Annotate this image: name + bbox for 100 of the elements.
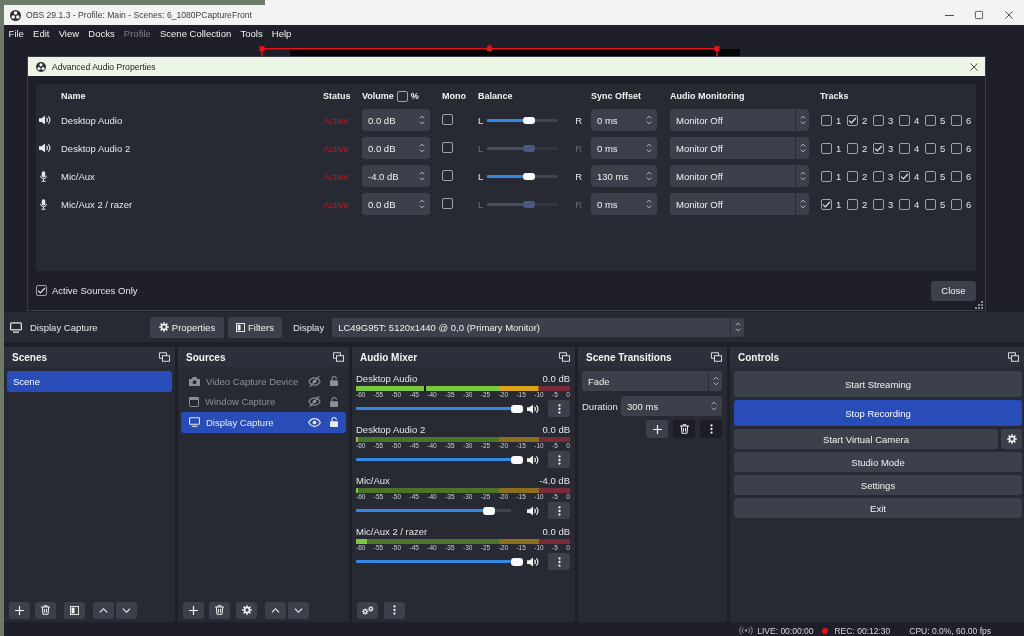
spin-arrows-icon[interactable]	[419, 171, 425, 181]
close-button[interactable]: Close	[931, 280, 976, 301]
more-button[interactable]	[700, 420, 722, 438]
monitoring-dropdown[interactable]: Monitor Off	[670, 165, 809, 187]
checkbox[interactable]	[873, 170, 884, 182]
eye-slash-icon[interactable]	[308, 375, 321, 387]
sync-offset-field[interactable]: 0 ms	[591, 109, 657, 131]
control-button[interactable]: Settings	[734, 475, 1022, 495]
add-button[interactable]	[646, 420, 668, 438]
sync-offset-field[interactable]: 0 ms	[591, 137, 657, 159]
volume-field[interactable]: 0.0 dB	[362, 109, 430, 131]
spin-arrows-icon[interactable]	[646, 171, 652, 181]
scene-list-item[interactable]: Scene	[7, 371, 172, 392]
close-icon[interactable]	[1005, 11, 1013, 19]
advanced-audio-button[interactable]	[357, 601, 378, 619]
slider-handle[interactable]	[511, 404, 523, 413]
spin-arrows-icon[interactable]	[799, 171, 806, 181]
slider-handle[interactable]	[522, 144, 535, 152]
selection-outline[interactable]	[259, 44, 721, 56]
spin-arrows-icon[interactable]	[646, 199, 652, 209]
speaker-icon[interactable]	[527, 505, 539, 516]
source-list-item[interactable]: Display Capture	[181, 412, 346, 433]
monitoring-dropdown[interactable]: Monitor Off	[670, 137, 809, 159]
menu-item[interactable]: File	[4, 28, 29, 39]
menu-item[interactable]: Edit	[28, 28, 55, 39]
slider-handle[interactable]	[511, 557, 523, 566]
two-windows-icon[interactable]	[159, 352, 170, 362]
spin-arrows-icon[interactable]	[799, 143, 806, 153]
source-list-item[interactable]: Window Capture	[181, 391, 346, 412]
checkbox[interactable]	[925, 198, 936, 210]
checkbox[interactable]	[821, 170, 832, 182]
volume-field[interactable]: 0.0 dB	[362, 137, 430, 159]
checkbox[interactable]	[821, 114, 832, 126]
speaker-icon[interactable]	[527, 454, 539, 465]
minimize-icon[interactable]	[944, 14, 954, 16]
checkbox[interactable]	[899, 170, 910, 182]
checkbox[interactable]	[925, 170, 936, 182]
close-icon[interactable]	[970, 62, 978, 71]
menu-item[interactable]: Tools	[235, 28, 268, 39]
checkbox[interactable]	[899, 114, 910, 126]
more-button[interactable]	[548, 553, 570, 570]
filters-button[interactable]	[64, 601, 85, 619]
more-button[interactable]	[384, 601, 405, 619]
control-button[interactable]: Start Virtual Camera	[734, 429, 998, 449]
checkbox[interactable]	[873, 142, 884, 154]
spin-arrows-icon[interactable]	[419, 143, 425, 153]
checkbox[interactable]	[873, 114, 884, 126]
move-up-button[interactable]	[93, 601, 114, 619]
add-button[interactable]	[9, 601, 30, 619]
control-button[interactable]: Start Streaming	[734, 371, 1022, 397]
menu-item[interactable]: Docks	[83, 28, 120, 39]
remove-button[interactable]	[673, 420, 695, 438]
slider-handle[interactable]	[522, 116, 535, 124]
speaker-icon[interactable]	[527, 403, 539, 414]
volume-field[interactable]: 0.0 dB	[362, 193, 430, 215]
more-button[interactable]	[548, 451, 570, 468]
slider-handle[interactable]	[483, 506, 496, 515]
volume-slider[interactable]	[356, 455, 511, 464]
source-list-item[interactable]: Video Capture Device	[181, 371, 346, 392]
checkbox[interactable]	[821, 142, 832, 154]
eye-slash-icon[interactable]	[308, 396, 321, 408]
spin-arrows-icon[interactable]	[712, 376, 719, 386]
checkbox[interactable]	[847, 198, 858, 210]
checkbox[interactable]	[951, 114, 962, 126]
checkbox[interactable]	[951, 142, 962, 154]
padlock-icon[interactable]	[330, 376, 338, 387]
volume-slider[interactable]	[356, 557, 511, 566]
checkbox[interactable]	[925, 142, 936, 154]
checkbox[interactable]	[847, 114, 858, 126]
checkbox[interactable]	[821, 198, 832, 210]
checkbox[interactable]	[951, 198, 962, 210]
duration-field[interactable]: 300 ms	[621, 396, 722, 416]
move-down-button[interactable]	[288, 601, 309, 619]
spin-arrows-icon[interactable]	[799, 115, 806, 125]
checkbox[interactable]	[396, 90, 408, 102]
menu-item[interactable]: View	[54, 28, 84, 39]
move-down-button[interactable]	[116, 601, 137, 619]
more-button[interactable]	[548, 400, 570, 417]
remove-button[interactable]	[209, 601, 230, 619]
two-windows-icon[interactable]	[333, 352, 344, 362]
control-button[interactable]: Exit	[734, 498, 1022, 518]
checkbox[interactable]	[442, 169, 453, 181]
checkbox[interactable]	[873, 198, 884, 210]
sync-offset-field[interactable]: 0 ms	[591, 193, 657, 215]
sync-offset-field[interactable]: 130 ms	[591, 165, 657, 187]
checkbox[interactable]	[951, 170, 962, 182]
menu-item[interactable]: Scene Collection	[155, 28, 236, 39]
slider-handle[interactable]	[511, 455, 523, 464]
settings-button[interactable]	[1001, 429, 1022, 449]
more-button[interactable]	[548, 502, 570, 519]
volume-slider[interactable]	[356, 404, 511, 413]
volume-field[interactable]: -4.0 dB	[362, 165, 430, 187]
display-dropdown[interactable]: LC49G95T: 5120x1440 @ 0,0 (Primary Monitor)	[332, 317, 745, 337]
checkbox[interactable]	[925, 114, 936, 126]
checkbox[interactable]	[847, 170, 858, 182]
monitoring-dropdown[interactable]: Monitor Off	[670, 109, 809, 131]
two-windows-icon[interactable]	[711, 352, 722, 362]
checkbox[interactable]	[442, 141, 453, 153]
checkbox[interactable]	[847, 142, 858, 154]
spin-arrows-icon[interactable]	[734, 322, 741, 332]
